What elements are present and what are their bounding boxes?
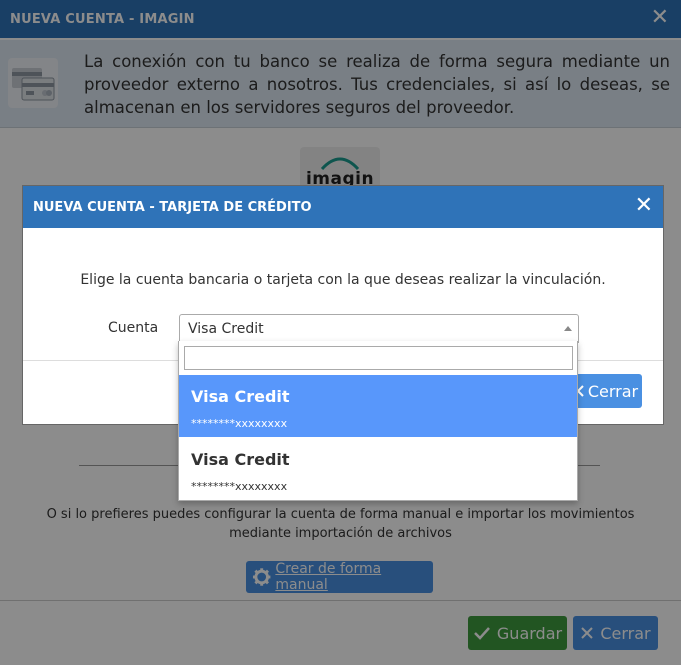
dropdown-option[interactable]: Visa Credit ********xxxxxxxx bbox=[179, 438, 577, 500]
option-title: Visa Credit bbox=[191, 450, 290, 469]
inner-dialog-header: NUEVA CUENTA - TARJETA DE CRÉDITO bbox=[23, 186, 663, 228]
option-title: Visa Credit bbox=[191, 387, 290, 406]
inner-close-icon[interactable]: ✕ bbox=[635, 194, 653, 218]
account-select-value: Visa Credit bbox=[188, 320, 264, 337]
inner-close-button[interactable]: Cerrar bbox=[568, 374, 642, 408]
account-field-label: Cuenta bbox=[108, 320, 159, 336]
inner-dialog-title: NUEVA CUENTA - TARJETA DE CRÉDITO bbox=[33, 199, 312, 215]
caret-up-icon bbox=[564, 326, 572, 331]
option-masked-number: ********xxxxxxxx bbox=[191, 480, 288, 493]
dropdown-search-input[interactable] bbox=[184, 346, 573, 370]
dropdown-option[interactable]: Visa Credit ********xxxxxxxx bbox=[179, 375, 577, 437]
inner-message: Elige la cuenta bancaria o tarjeta con l… bbox=[80, 272, 606, 288]
account-dropdown: Visa Credit ********xxxxxxxx Visa Credit… bbox=[178, 341, 578, 501]
account-select[interactable]: Visa Credit bbox=[179, 314, 579, 343]
option-masked-number: ********xxxxxxxx bbox=[191, 417, 288, 430]
inner-close-label: Cerrar bbox=[587, 381, 639, 401]
